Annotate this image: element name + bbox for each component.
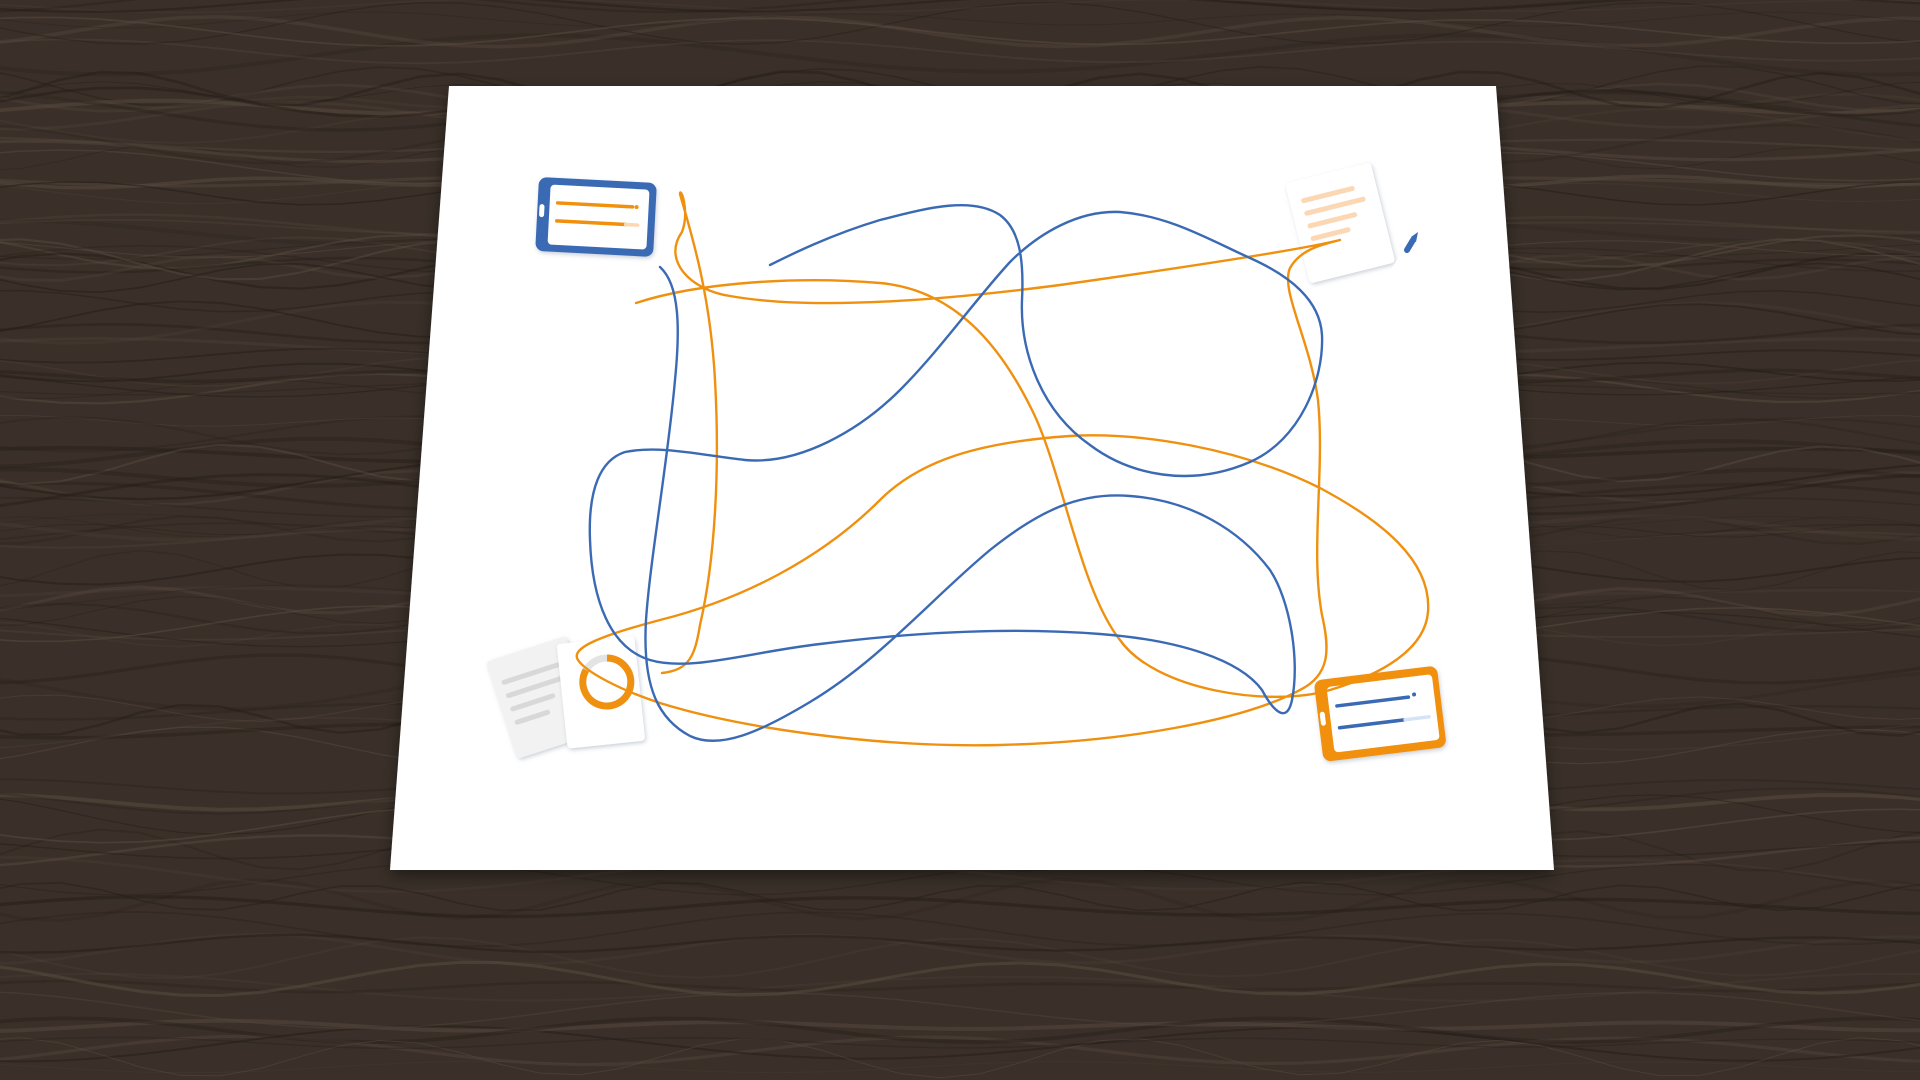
tablet-with-orange-lines-icon (535, 177, 657, 257)
tablet-with-blue-lines-icon (1314, 666, 1446, 762)
illustration-stage (0, 0, 1920, 1080)
scene-svg (0, 0, 1920, 1080)
